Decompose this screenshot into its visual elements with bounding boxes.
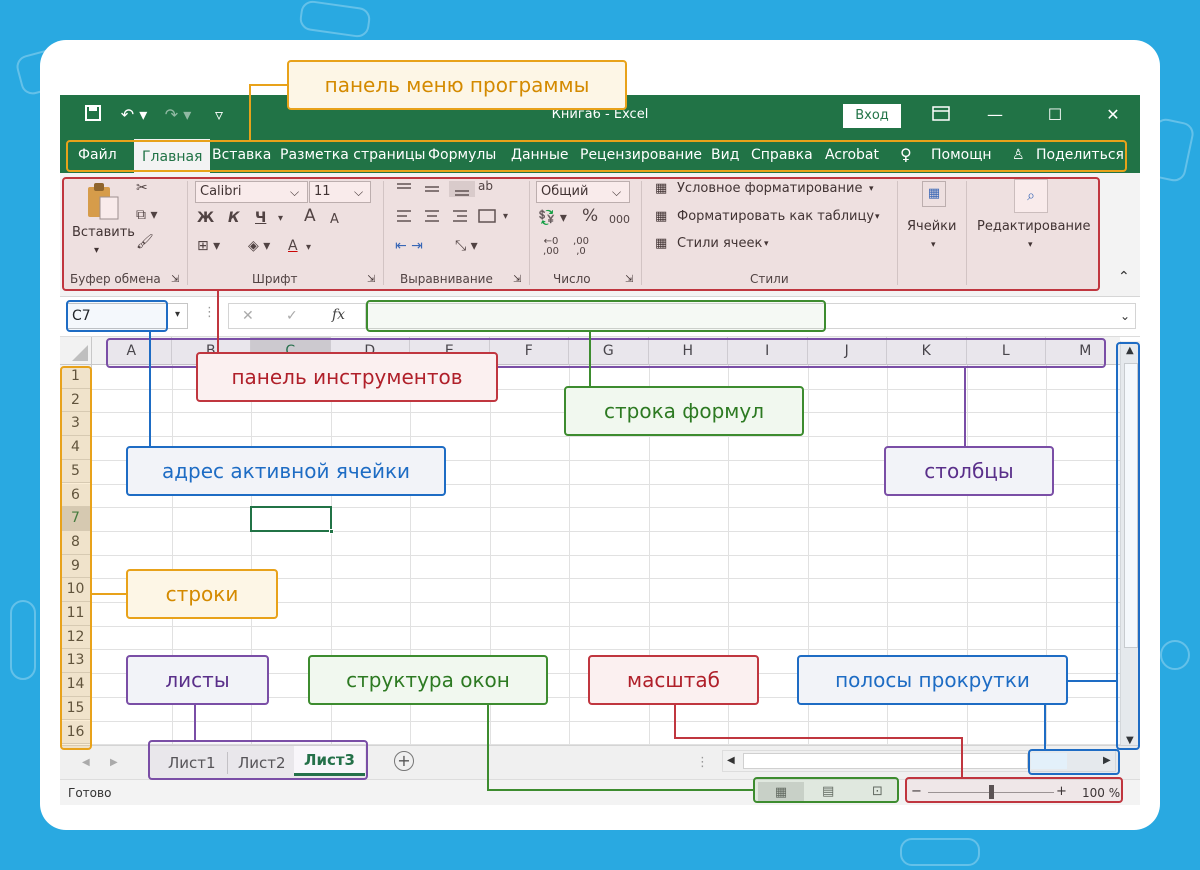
active-cell[interactable] <box>250 506 334 534</box>
minimize-icon[interactable]: — <box>984 105 1006 125</box>
fill-handle[interactable] <box>328 528 334 534</box>
grid-line <box>92 530 1120 532</box>
label-scrollbars: полосы прокрутки <box>797 655 1068 705</box>
highlight-sheets <box>148 740 368 780</box>
expand-formula-icon[interactable]: ⌄ <box>1120 308 1130 324</box>
close-icon[interactable]: ✕ <box>1102 105 1124 125</box>
doodle-shape <box>900 838 980 866</box>
doodle-shape <box>1160 640 1190 670</box>
name-box-dropdown-icon[interactable]: ▾ <box>175 307 180 323</box>
select-all-corner[interactable] <box>60 337 92 365</box>
add-sheet-button[interactable]: + <box>394 751 414 771</box>
cancel-button[interactable]: ✕ <box>242 307 254 325</box>
label-window-views: структура окон <box>308 655 548 705</box>
grid-line <box>92 507 1120 509</box>
collapse-ribbon-icon[interactable]: ⌃ <box>1118 269 1130 285</box>
grid-line <box>92 649 1120 651</box>
label-columns: столбцы <box>884 446 1054 496</box>
highlight-formula <box>366 300 826 332</box>
status-text: Готово <box>68 786 112 800</box>
highlight-views <box>753 777 899 803</box>
insert-function-button[interactable]: fx <box>332 306 345 324</box>
grid-line <box>92 436 1120 438</box>
grid-line <box>92 625 1120 627</box>
tabs-splitter[interactable]: ⋮ <box>696 755 709 771</box>
prev-sheet-icon[interactable]: ◀ <box>82 755 90 771</box>
highlight-zoom <box>905 777 1123 803</box>
scroll-left-icon[interactable]: ◀ <box>727 753 735 769</box>
label-menu-panel: панель меню программы <box>287 60 627 110</box>
doodle-shape <box>298 0 372 39</box>
label-active-cell-address: адрес активной ячейки <box>126 446 446 496</box>
grid-line <box>92 720 1120 722</box>
formula-bar-splitter[interactable]: ⋮ <box>203 305 216 321</box>
highlight-vscroll <box>1116 342 1140 750</box>
label-formula-bar: строка формул <box>564 386 804 436</box>
next-sheet-icon[interactable]: ▶ <box>110 755 118 771</box>
highlight-ribbon <box>62 177 1100 291</box>
ribbon-display-icon[interactable] <box>930 105 952 126</box>
highlight-menu <box>66 140 1127 172</box>
maximize-icon[interactable]: ☐ <box>1044 105 1066 125</box>
highlight-rows <box>60 366 92 750</box>
highlight-hscroll <box>1028 749 1120 775</box>
enter-button[interactable]: ✓ <box>286 307 298 325</box>
highlight-namebox <box>66 300 168 332</box>
grid-line <box>92 554 1120 556</box>
label-zoom: масштаб <box>588 655 759 705</box>
label-toolbar: панель инструментов <box>196 352 498 402</box>
label-rows: строки <box>126 569 278 619</box>
label-sheets: листы <box>126 655 269 705</box>
sign-in-button[interactable]: Вход <box>843 104 901 128</box>
horizontal-scroll-thumb[interactable] <box>743 753 1028 769</box>
doodle-shape <box>10 600 36 680</box>
